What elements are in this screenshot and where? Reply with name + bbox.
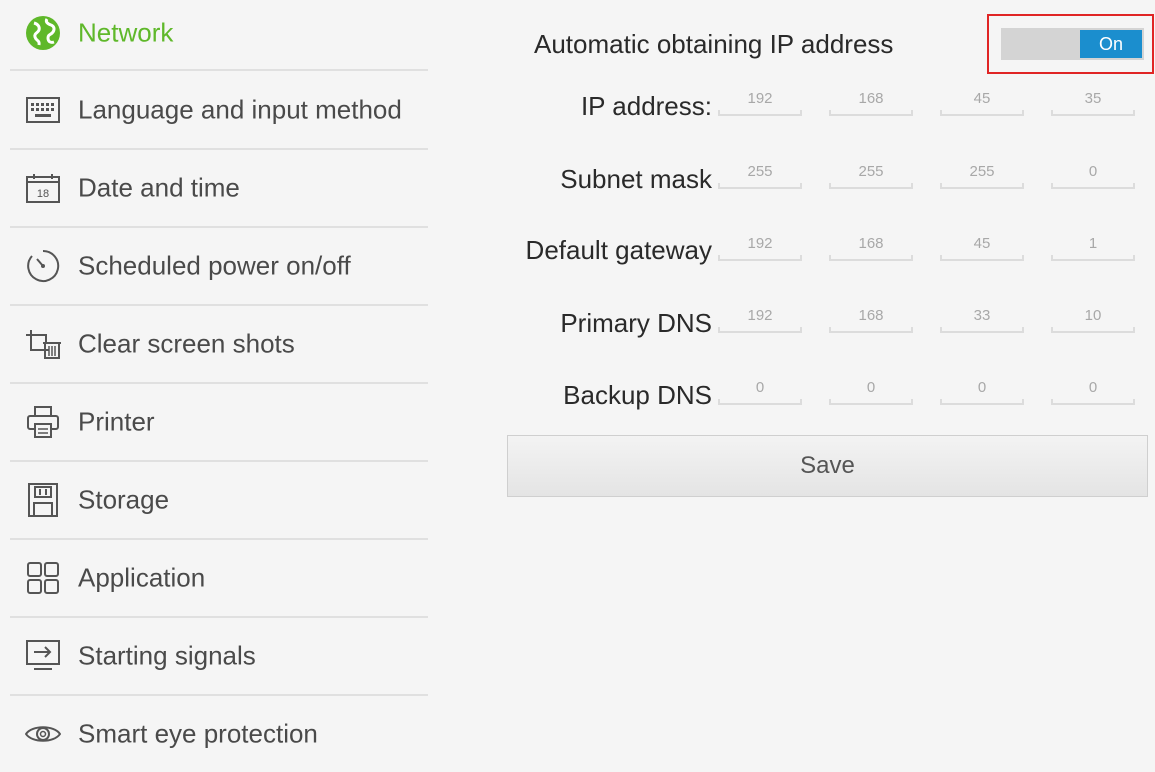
default-gateway-octet-3[interactable]: 45 [940,231,1024,261]
subnet-mask-label: Subnet mask [560,164,712,194]
auto-ip-label: Automatic obtaining IP address [534,29,894,59]
grid-icon [24,559,62,597]
primary-dns-octet-4[interactable]: 10 [1051,303,1135,333]
sidebar-item-label: Smart eye protection [78,718,318,748]
backup-dns-octet-2[interactable]: 0 [829,375,913,405]
subnet-mask-octet-4[interactable]: 0 [1051,159,1135,189]
backup-dns-octet-1[interactable]: 0 [718,375,802,405]
keyboard-icon [24,91,62,129]
primary-dns-octet-1[interactable]: 192 [718,303,802,333]
sidebar-item-date-time[interactable]: 18 Date and time [10,149,428,226]
primary-dns-label: Primary DNS [560,308,712,338]
sidebar-item-printer[interactable]: Printer [10,383,428,460]
calendar-icon: 18 [24,169,62,207]
toggle-knob: On [1080,30,1142,58]
save-button[interactable]: Save [507,435,1148,497]
sidebar-item-label: Date and time [78,172,240,202]
globe-icon [24,14,62,52]
ip-address-octet-2[interactable]: 168 [829,86,913,116]
primary-dns-octet-2[interactable]: 168 [829,303,913,333]
sidebar-item-label: Application [78,562,206,592]
sidebar-item-starting-signals[interactable]: Starting signals [10,617,428,694]
sidebar-item-label: Starting signals [78,640,256,670]
subnet-mask-octet-3[interactable]: 255 [940,159,1024,189]
sidebar-item-scheduled-power[interactable]: Scheduled power on/off [10,227,428,304]
subnet-mask-octet-1[interactable]: 255 [718,159,802,189]
sidebar-item-eye-protection[interactable]: Smart eye protection [10,695,428,772]
sidebar-item-label: Storage [78,484,170,514]
sidebar-item-label: Clear screen shots [78,328,295,358]
sidebar-item-label: Language and input method [78,94,402,124]
printer-icon [24,403,62,441]
storage-icon [24,481,62,519]
settings-sidebar: Network Language and input method 18 Dat… [0,0,440,751]
sidebar-item-label: Printer [78,406,155,436]
highlight-box: On [987,14,1154,74]
sidebar-item-storage[interactable]: Storage [10,461,428,538]
crop-trash-icon [24,325,62,363]
ip-address-octet-3[interactable]: 45 [940,86,1024,116]
default-gateway-octet-1[interactable]: 192 [718,231,802,261]
svg-text:18: 18 [37,188,49,200]
sidebar-item-label: Scheduled power on/off [78,250,351,280]
timer-icon [24,247,62,285]
ip-address-octet-1[interactable]: 192 [718,86,802,116]
auto-ip-toggle[interactable]: On [1001,28,1144,60]
default-gateway-label: Default gateway [525,235,712,265]
sidebar-item-application[interactable]: Application [10,539,428,616]
backup-dns-octet-4[interactable]: 0 [1051,375,1135,405]
sidebar-item-network[interactable]: Network [10,0,428,71]
default-gateway-octet-4[interactable]: 1 [1051,231,1135,261]
sidebar-item-language[interactable]: Language and input method [10,71,428,148]
primary-dns-octet-3[interactable]: 33 [940,303,1024,333]
ip-address-octet-4[interactable]: 35 [1051,86,1135,116]
subnet-mask-octet-2[interactable]: 255 [829,159,913,189]
ip-address-label: IP address: [580,91,712,121]
sidebar-item-clear-screenshots[interactable]: Clear screen shots [10,305,428,382]
input-signal-icon [24,637,62,675]
backup-dns-octet-3[interactable]: 0 [940,375,1024,405]
default-gateway-octet-2[interactable]: 168 [829,231,913,261]
backup-dns-label: Backup DNS [563,380,712,410]
eye-icon [24,715,62,753]
sidebar-item-label: Network [78,17,174,47]
